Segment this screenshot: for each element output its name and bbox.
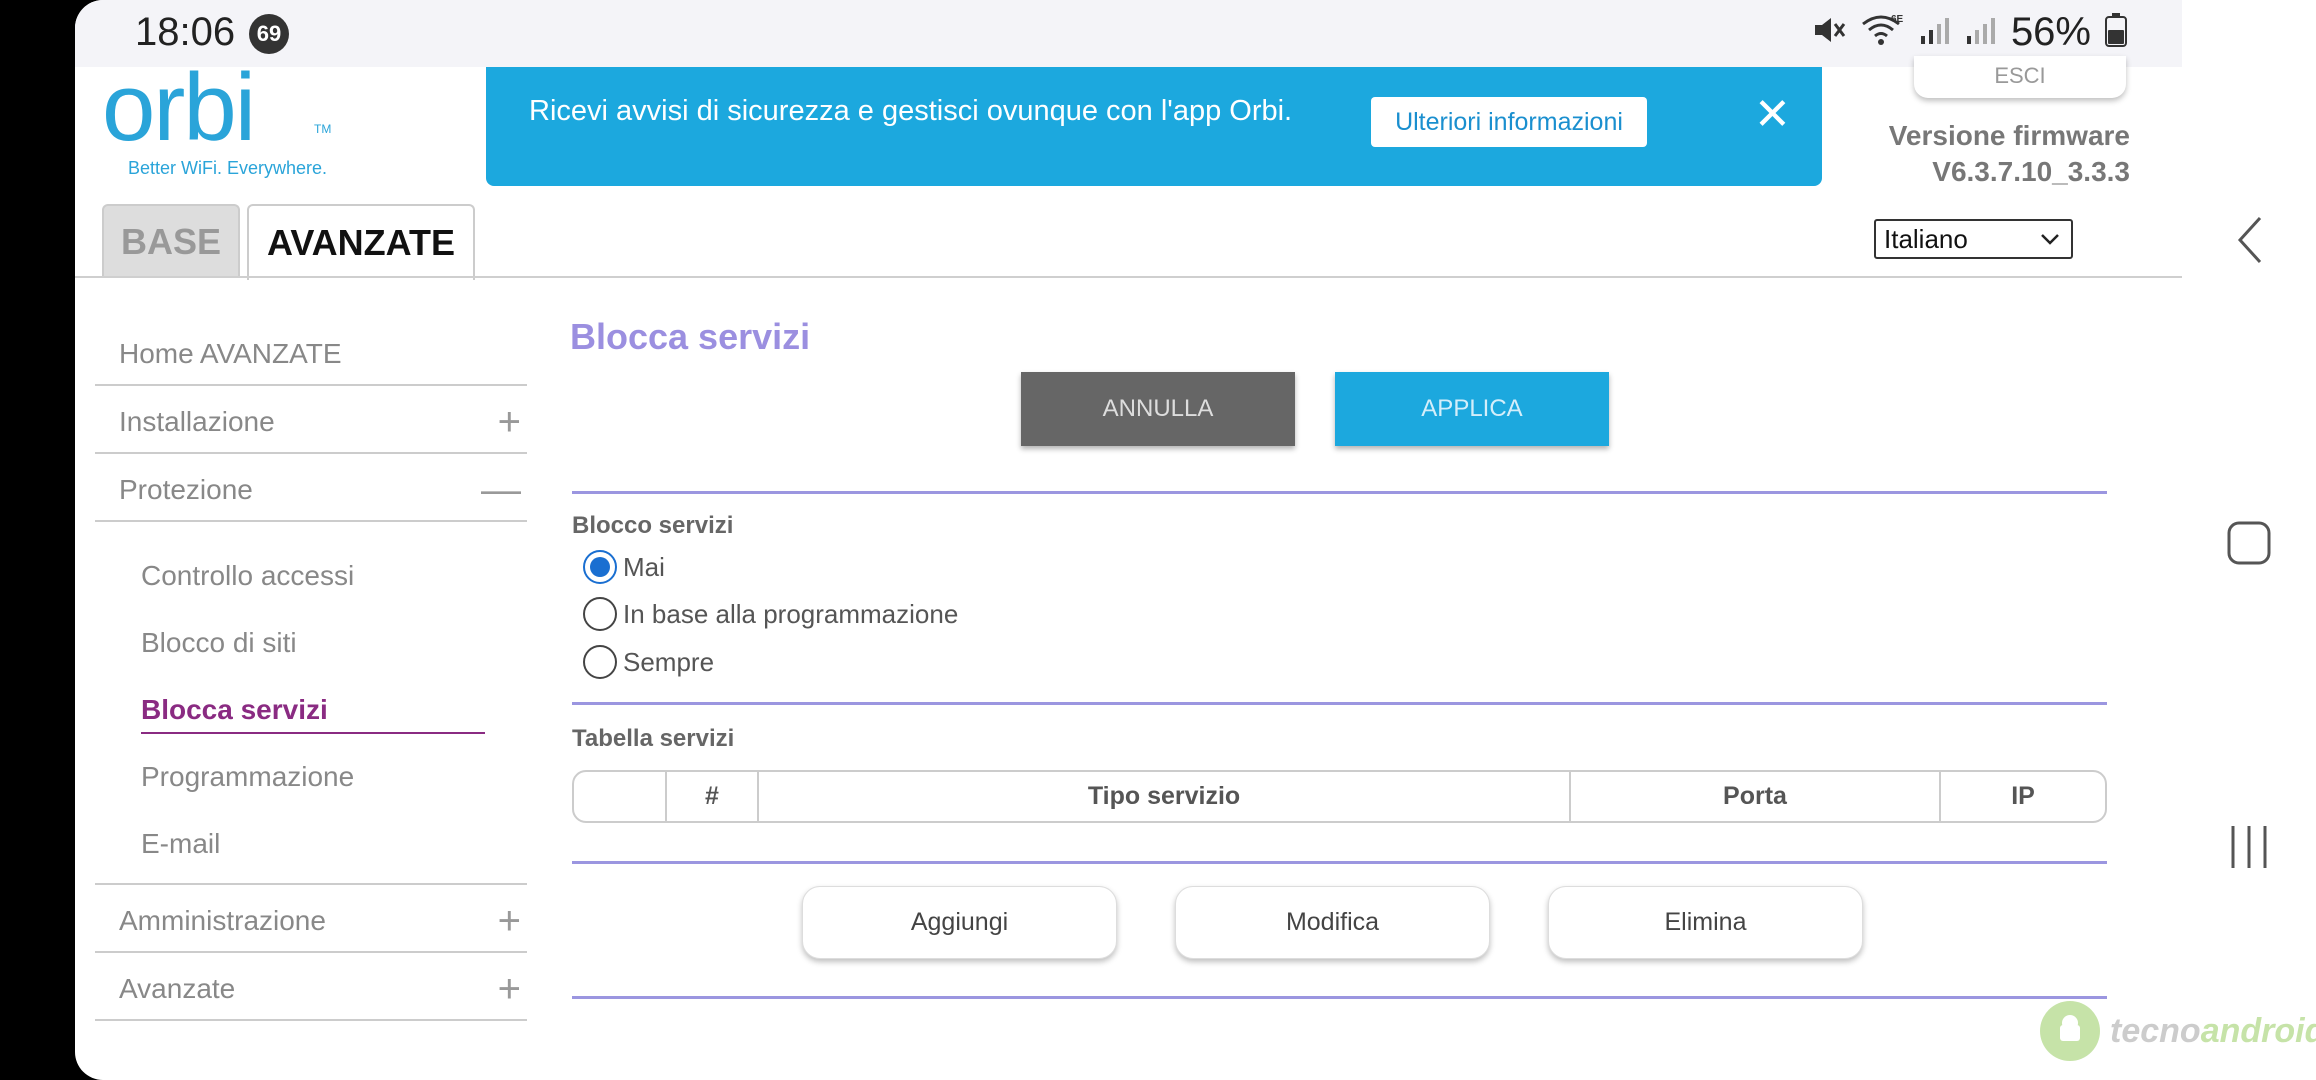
sidebar-subitem-blocco-siti[interactable]: Blocco di siti (95, 609, 527, 676)
sidebar-subitem-controllo-accessi[interactable]: Controllo accessi (95, 542, 527, 609)
svg-text:6E: 6E (1891, 14, 1904, 25)
expand-icon[interactable]: + (498, 386, 521, 458)
tecnoandroid-watermark: tecnoandroid (2040, 1001, 2316, 1061)
watermark-text: tecnoandroid (2110, 1012, 2316, 1051)
table-header-ip: IP (2011, 782, 2035, 810)
sidebar-item-home-avanzate[interactable]: Home AVANZATE (95, 318, 527, 386)
language-select[interactable]: Italiano (1874, 219, 2073, 259)
sidebar-item-label: Protezione (119, 474, 253, 505)
sidebar-subitem-email[interactable]: E-mail (95, 810, 527, 877)
firmware-label: Versione firmware (1888, 120, 2130, 151)
radio-label: Sempre (623, 646, 715, 677)
recent-apps-icon[interactable] (2182, 822, 2316, 872)
logo-trademark: TM (314, 122, 332, 136)
sidebar-subitem-programmazione[interactable]: Programmazione (95, 743, 527, 810)
sidebar-item-label: Home AVANZATE (119, 338, 342, 369)
watermark-part2: android (2200, 1011, 2316, 1050)
android-logo-icon (2040, 1001, 2100, 1061)
expand-icon[interactable]: + (498, 885, 521, 957)
mute-icon (1811, 12, 1847, 53)
app-promo-banner: Ricevi avvisi di sicurezza e gestisci ov… (486, 67, 1822, 186)
sidebar-item-label: Avanzate (119, 973, 236, 1004)
page-title: Blocca servizi (570, 316, 811, 357)
section-divider (572, 996, 2107, 999)
sidebar-item-protezione[interactable]: Protezione — (95, 454, 527, 522)
status-time: 18:06 (135, 10, 236, 54)
radio-option-mai[interactable]: Mai (583, 550, 665, 584)
status-bar: 18:06 69 6E 56% (75, 0, 2182, 67)
battery-percentage: 56% (2010, 10, 2091, 54)
radio-option-sempre[interactable]: Sempre (583, 645, 714, 679)
sidebar-item-label: Installazione (119, 406, 275, 437)
close-icon[interactable]: ✕ (1754, 89, 1791, 140)
sidebar-item-label: Amministrazione (119, 905, 326, 936)
signal-icon-1 (1919, 14, 1951, 51)
battery-icon (2105, 13, 2127, 52)
expand-icon[interactable]: + (498, 953, 521, 1025)
status-icons: 6E 56% (1811, 10, 2127, 55)
android-nav-bar (2182, 0, 2316, 1080)
table-header-number: # (667, 772, 759, 821)
sidebar-subitem-label: Blocca servizi (141, 692, 485, 734)
table-header-port: Porta (1571, 772, 1941, 821)
table-header-select (574, 772, 667, 821)
orbi-logo[interactable]: orbi TM Better WiFi. Everywhere. (102, 54, 331, 179)
radio-option-programmazione[interactable]: In base alla programmazione (583, 597, 958, 631)
radio-label: Mai (623, 551, 665, 582)
logo-tagline: Better WiFi. Everywhere. (128, 158, 328, 178)
notification-count-badge: 69 (249, 14, 289, 54)
home-icon[interactable] (2182, 518, 2316, 568)
tab-base[interactable]: BASE (102, 204, 240, 278)
radio-button[interactable] (583, 550, 617, 584)
language-value: Italiano (1884, 224, 1968, 254)
back-icon[interactable] (2182, 210, 2316, 270)
radio-button[interactable] (583, 645, 617, 679)
sidebar-item-amministrazione[interactable]: Amministrazione + (95, 885, 527, 953)
protezione-submenu: Controllo accessi Blocco di siti Blocca … (95, 522, 527, 885)
sidebar-item-installazione[interactable]: Installazione + (95, 386, 527, 454)
browser-screen: 18:06 69 6E 56% orbi TM Better WiFi. Eve… (75, 0, 2182, 1080)
add-button[interactable]: Aggiungi (802, 886, 1117, 959)
watermark-part1: tecno (2110, 1011, 2201, 1050)
services-table-header: # Tipo servizio Porta IP (572, 770, 2107, 823)
block-section-label: Blocco servizi (572, 512, 734, 539)
signal-icon-2 (1965, 14, 1997, 51)
sidebar-subitem-blocca-servizi[interactable]: Blocca servizi (95, 676, 527, 743)
table-section-label: Tabella servizi (572, 725, 735, 752)
firmware-version: V6.3.7.10_3.3.3 (1932, 156, 2130, 187)
logout-button[interactable]: ESCI (1914, 56, 2126, 98)
sidebar-item-avanzate[interactable]: Avanzate + (95, 953, 527, 1021)
apply-button[interactable]: APPLICA (1335, 372, 1609, 446)
wifi-6e-icon: 6E (1861, 12, 1905, 53)
section-divider (572, 861, 2107, 864)
cancel-button[interactable]: ANNULLA (1021, 372, 1295, 446)
edit-button[interactable]: Modifica (1175, 886, 1490, 959)
collapse-icon[interactable]: — (481, 454, 521, 526)
delete-button[interactable]: Elimina (1548, 886, 1863, 959)
logo-wordmark: orbi (102, 54, 256, 161)
chevron-down-icon (2037, 225, 2063, 261)
banner-message: Ricevi avvisi di sicurezza e gestisci ov… (529, 95, 1293, 127)
radio-label: In base alla programmazione (623, 598, 959, 629)
section-divider (572, 491, 2107, 494)
table-header-service-type: Tipo servizio (759, 772, 1571, 821)
sidebar-menu: Home AVANZATE Installazione + Protezione… (95, 318, 527, 1021)
radio-button[interactable] (583, 597, 617, 631)
more-info-button[interactable]: Ulteriori informazioni (1371, 97, 1647, 147)
header-divider (75, 276, 2182, 278)
tab-avanzate[interactable]: AVANZATE (247, 204, 475, 280)
section-divider (572, 702, 2107, 705)
